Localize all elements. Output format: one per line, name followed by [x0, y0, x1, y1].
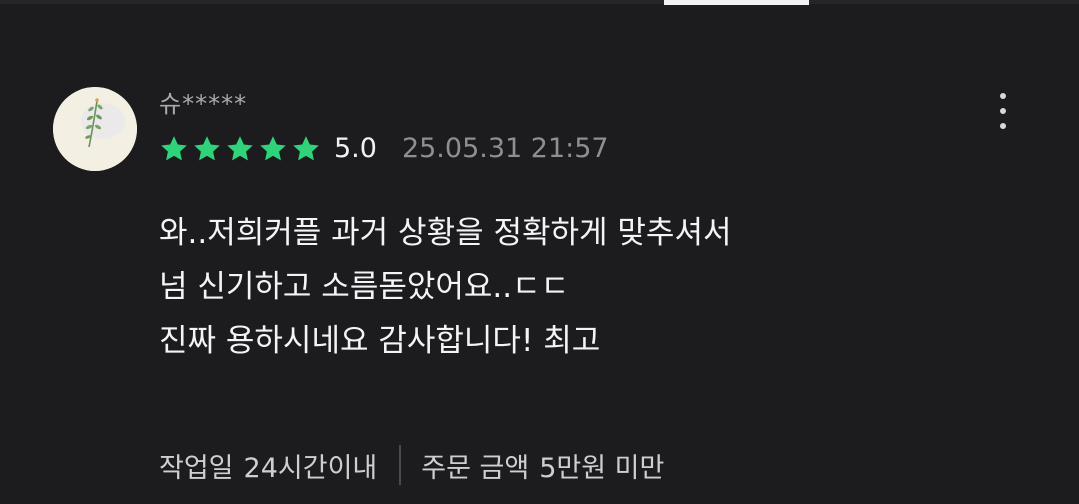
star-icon [260, 136, 286, 161]
order-amount-label: 주문 금액 [421, 452, 530, 484]
star-icon [161, 136, 187, 161]
star-icon [227, 136, 253, 161]
active-tab-indicator [664, 0, 809, 5]
review-text-line: 와..저희커플 과거 상황을 정확하게 맞추셔서 [159, 215, 732, 251]
review-text: 와..저희커플 과거 상황을 정확하게 맞추셔서 넘 신기하고 소름돋았어요..… [159, 206, 1019, 368]
reviewer-name: 슈***** [159, 90, 248, 118]
meta-divider [399, 445, 402, 485]
top-divider [0, 0, 1079, 4]
more-vertical-icon [1000, 93, 1006, 99]
review-text-line: 진짜 용하시네요 감사합니다! 최고 [159, 323, 601, 359]
avatar[interactable] [53, 87, 137, 171]
star-rating [159, 134, 321, 164]
review-page: 슈***** 5.0 25.05.31 21:57 와..저희커플 과거 상황을… [0, 0, 1079, 504]
more-vertical-icon-dot [1000, 123, 1006, 129]
more-options-button[interactable] [988, 90, 1018, 132]
review-date: 25.05.31 21:57 [401, 133, 609, 164]
star-icon [194, 136, 220, 161]
star-icon [293, 136, 319, 161]
plant-sprig-icon [53, 87, 137, 171]
order-amount-value: 5만원 미만 [539, 452, 665, 484]
rating-row: 5.0 25.05.31 21:57 [159, 131, 609, 167]
work-days-value: 24시간이내 [243, 452, 378, 484]
order-meta: 작업일 24시간이내 주문 금액 5만원 미만 [159, 443, 664, 487]
rating-score: 5.0 [334, 133, 377, 164]
work-days-label: 작업일 [159, 452, 234, 484]
review-text-line: 넘 신기하고 소름돋았어요..ㄷㄷ [159, 269, 570, 305]
more-vertical-icon-dot [1000, 108, 1006, 114]
